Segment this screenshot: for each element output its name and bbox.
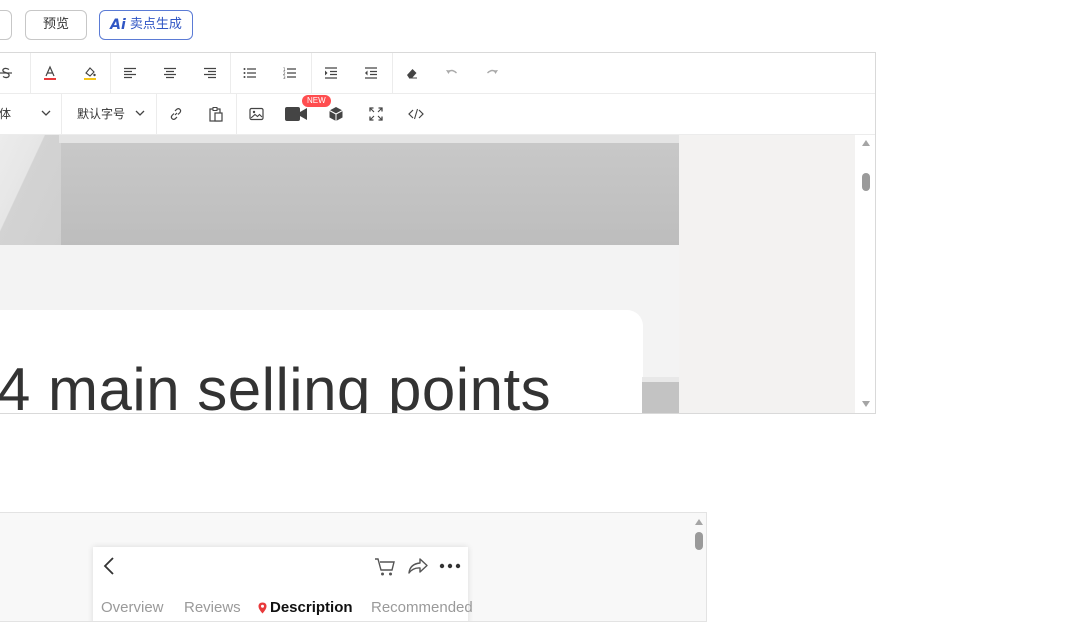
- editor-content-area[interactable]: 4 main selling points: [0, 135, 855, 413]
- image-headline: 4 main selling points: [0, 356, 552, 413]
- eraser-icon[interactable]: [401, 63, 423, 83]
- indent-icon[interactable]: [320, 63, 342, 83]
- align-right-icon[interactable]: [199, 63, 221, 83]
- undo-icon[interactable]: [441, 63, 463, 83]
- font-family-select[interactable]: 体: [0, 104, 55, 124]
- fullscreen-icon[interactable]: [365, 104, 387, 124]
- redo-icon[interactable]: [481, 63, 503, 83]
- 3d-model-icon[interactable]: [325, 104, 347, 124]
- partial-button[interactable]: [0, 10, 12, 40]
- cart-icon[interactable]: [373, 556, 397, 578]
- highlight-color-icon[interactable]: [79, 63, 101, 83]
- product-description-image: 4 main selling points: [0, 135, 679, 413]
- strikethrough-icon[interactable]: [0, 63, 17, 83]
- toolbar-row-insert: 体 默认字号 NEW: [0, 94, 875, 135]
- preview-scrollbar[interactable]: [692, 515, 706, 621]
- font-size-value: 默认字号: [77, 107, 126, 121]
- back-arrow-icon[interactable]: [99, 556, 119, 576]
- preview-button[interactable]: 预览: [25, 10, 87, 40]
- ai-selling-points-label: 卖点生成: [129, 17, 182, 32]
- phone-nav-bar: [93, 547, 468, 587]
- outdent-icon[interactable]: [360, 63, 382, 83]
- video-icon[interactable]: [281, 104, 311, 124]
- tab-description-label: Description: [270, 599, 353, 616]
- font-color-icon[interactable]: [39, 63, 61, 83]
- source-code-icon[interactable]: [405, 104, 427, 124]
- bullet-list-icon[interactable]: [239, 63, 261, 83]
- rich-text-editor: 123 体 默认字号 NEW 4 main selling points: [0, 52, 876, 414]
- ai-icon: Ai: [110, 17, 126, 33]
- editor-scrollbar[interactable]: [859, 135, 873, 413]
- more-options-icon[interactable]: [439, 559, 461, 573]
- share-icon[interactable]: [407, 556, 429, 576]
- tab-recommended[interactable]: Recommended: [371, 599, 473, 616]
- image-icon[interactable]: [245, 104, 267, 124]
- toolbar-row-formatting: 123: [0, 53, 875, 94]
- scroll-up-arrow-icon[interactable]: [862, 140, 870, 146]
- scroll-thumb[interactable]: [862, 173, 870, 191]
- tab-reviews[interactable]: Reviews: [184, 599, 241, 616]
- svg-text:3: 3: [283, 75, 286, 79]
- tab-overview[interactable]: Overview: [101, 599, 164, 616]
- paste-icon[interactable]: [205, 104, 227, 124]
- phone-tab-bar: Overview Reviews Description Recommended: [93, 599, 473, 621]
- font-size-select[interactable]: 默认字号: [77, 104, 149, 124]
- chevron-down-icon: [135, 110, 145, 116]
- ai-selling-points-button[interactable]: Ai 卖点生成: [99, 10, 193, 40]
- location-pin-icon: [258, 602, 267, 613]
- scroll-up-arrow-icon[interactable]: [695, 519, 703, 525]
- numbered-list-icon[interactable]: 123: [279, 63, 301, 83]
- link-icon[interactable]: [165, 104, 187, 124]
- scroll-down-arrow-icon[interactable]: [862, 401, 870, 407]
- chevron-down-icon: [41, 110, 51, 116]
- font-family-value: 体: [0, 107, 12, 121]
- mobile-preview-panel: Overview Reviews Description Recommended: [0, 512, 707, 622]
- tab-description[interactable]: Description: [258, 599, 353, 616]
- align-center-icon[interactable]: [159, 63, 181, 83]
- scroll-thumb[interactable]: [695, 532, 703, 550]
- align-left-icon[interactable]: [119, 63, 141, 83]
- phone-preview: Overview Reviews Description Recommended: [93, 547, 473, 621]
